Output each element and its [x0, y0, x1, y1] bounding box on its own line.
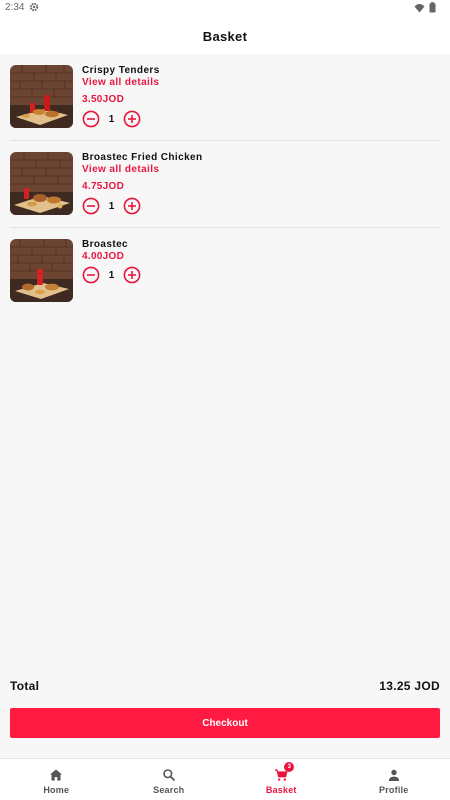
- gear-icon: [29, 2, 39, 15]
- quantity-stepper: 1: [82, 197, 141, 215]
- nav-label-basket: Basket: [265, 785, 297, 795]
- minus-circle-icon[interactable]: [82, 197, 100, 215]
- status-bar: 2:34: [0, 0, 450, 16]
- quantity-value: 1: [108, 200, 115, 212]
- home-icon: [49, 768, 63, 782]
- minus-circle-icon[interactable]: [82, 266, 100, 284]
- plus-circle-icon[interactable]: [123, 110, 141, 128]
- search-icon: [162, 768, 176, 782]
- cart-count-badge: 3: [284, 762, 295, 772]
- quantity-value: 1: [108, 269, 115, 281]
- total-value: 13.25 JOD: [379, 679, 440, 693]
- view-details-link[interactable]: View all details: [82, 77, 159, 88]
- total-row: Total 13.25 JOD: [10, 678, 440, 694]
- quantity-value: 1: [108, 113, 115, 125]
- total-label: Total: [10, 679, 40, 693]
- product-image: [10, 239, 73, 302]
- item-name: Broastec Fried Chicken: [82, 152, 203, 163]
- checkout-button[interactable]: Checkout: [10, 708, 440, 738]
- view-details-link[interactable]: View all details: [82, 164, 159, 175]
- basket-item: Broastec Fried Chicken View all details …: [10, 141, 440, 228]
- item-name: Crispy Tenders: [82, 65, 160, 76]
- wifi-icon: [414, 3, 425, 13]
- basket-item: Broastec 4.00JOD 1: [10, 228, 440, 315]
- nav-item-search[interactable]: Search: [113, 759, 226, 800]
- item-price: 3.50JOD: [82, 94, 125, 105]
- item-price: 4.00JOD: [82, 251, 125, 262]
- basket-list: Crispy Tenders View all details 3.50JOD …: [0, 54, 450, 315]
- person-icon: [387, 768, 401, 782]
- basket-item: Crispy Tenders View all details 3.50JOD …: [10, 54, 440, 141]
- nav-item-profile[interactable]: Profile: [338, 759, 450, 800]
- status-time: 2:34: [5, 2, 25, 13]
- bottom-nav: Home Search 3 Basket Profile: [0, 758, 450, 800]
- quantity-stepper: 1: [82, 110, 141, 128]
- battery-icon: [429, 2, 436, 13]
- item-price: 4.75JOD: [82, 181, 125, 192]
- nav-label-home: Home: [43, 785, 70, 795]
- nav-label-search: Search: [153, 785, 185, 795]
- product-image: [10, 152, 73, 215]
- quantity-stepper: 1: [82, 266, 141, 284]
- product-image: [10, 65, 73, 128]
- nav-item-home[interactable]: Home: [0, 759, 113, 800]
- item-name: Broastec: [82, 239, 128, 250]
- app-header: Basket: [0, 16, 450, 54]
- plus-circle-icon[interactable]: [123, 266, 141, 284]
- nav-label-profile: Profile: [379, 785, 409, 795]
- minus-circle-icon[interactable]: [82, 110, 100, 128]
- page-title: Basket: [202, 28, 248, 44]
- nav-item-basket[interactable]: 3 Basket: [225, 759, 338, 800]
- plus-circle-icon[interactable]: [123, 197, 141, 215]
